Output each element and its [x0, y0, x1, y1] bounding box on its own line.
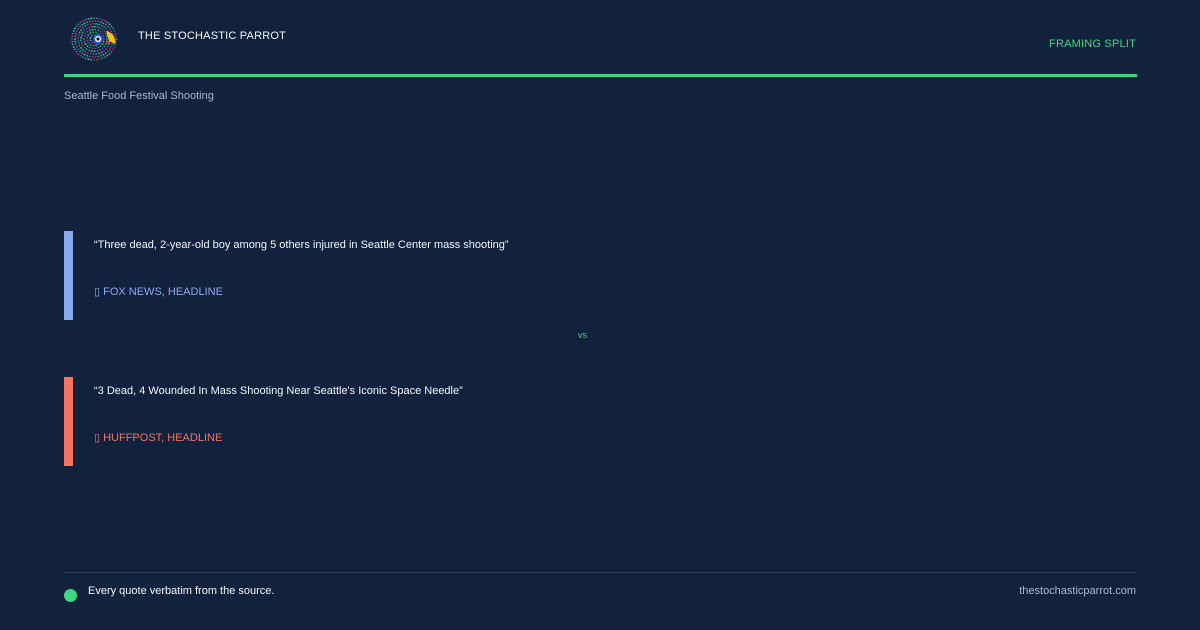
quote-source: ▯ FOX NEWS, HEADLINE: [94, 286, 223, 298]
quote-source: ▯ HUFFPOST, HEADLINE: [94, 432, 223, 444]
story-topic: Seattle Food Festival Shooting: [64, 90, 214, 102]
footer-divider: [64, 572, 1137, 573]
quote-text: “Three dead, 2-year-old boy among 5 othe…: [94, 239, 509, 251]
quote-accent-bar: [64, 377, 73, 466]
quote-accent-bar: [64, 231, 73, 320]
quote-text: “3 Dead, 4 Wounded In Mass Shooting Near…: [94, 385, 463, 397]
footer-note: Every quote verbatim from the source.: [88, 585, 275, 597]
quote-card-huffpost: “3 Dead, 4 Wounded In Mass Shooting Near…: [64, 377, 1137, 466]
site-url: thestochasticparrot.com: [1019, 585, 1136, 597]
vs-separator: vs: [578, 330, 587, 340]
framing-split-badge: FRAMING SPLIT: [1049, 38, 1136, 50]
header-divider: [64, 74, 1137, 77]
quote-card-fox: “Three dead, 2-year-old boy among 5 othe…: [64, 231, 1137, 320]
brand-name: THE STOCHASTIC PARROT: [138, 30, 287, 42]
parrot-icon: [71, 17, 117, 61]
status-dot-icon: [64, 589, 77, 602]
